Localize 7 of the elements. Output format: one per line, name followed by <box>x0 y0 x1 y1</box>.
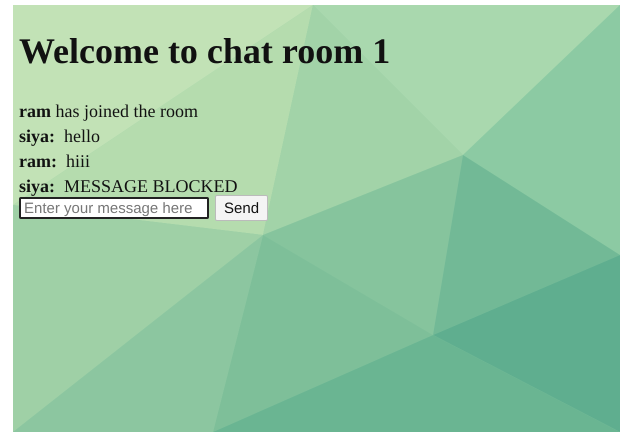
chat-message: ram: hiii <box>19 150 90 173</box>
join-notice: ram has joined the room <box>19 100 198 123</box>
send-button[interactable]: Send <box>215 195 268 221</box>
message-input[interactable]: Enter your message here <box>19 197 209 219</box>
page-title: Welcome to chat room 1 <box>19 30 392 73</box>
chat-message: siya: hello <box>19 125 100 148</box>
chat-message: siya: MESSAGE BLOCKED <box>19 175 238 198</box>
